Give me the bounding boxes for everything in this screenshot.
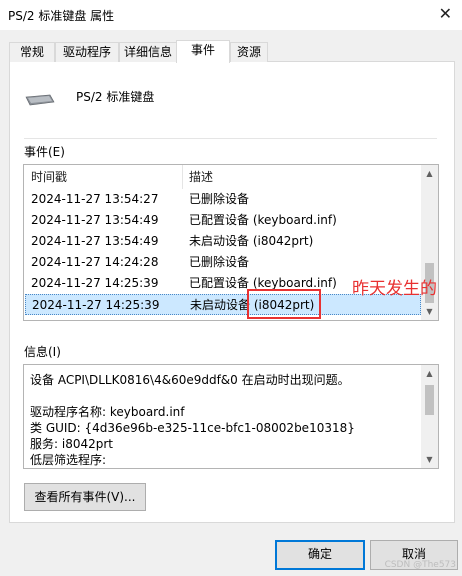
event-time: 2024-11-27 13:54:49 xyxy=(31,213,159,227)
scroll-down-icon[interactable]: ▼ xyxy=(421,303,438,320)
info-textbox[interactable]: 设备 ACPI\DLLK0816\4&60e9ddf&0 在启动时出现问题。 驱… xyxy=(23,364,439,469)
info-scrollbar[interactable]: ▲ ▼ xyxy=(421,365,438,468)
tab-details[interactable]: 详细信息 xyxy=(119,42,177,62)
event-row[interactable]: 2024-11-27 14:24:28 已删除设备 xyxy=(25,252,421,273)
title-bar: PS/2 标准键盘 属性 ✕ xyxy=(0,0,462,30)
window-title: PS/2 标准键盘 属性 xyxy=(8,9,115,23)
scrollbar-thumb[interactable] xyxy=(425,385,434,415)
event-desc: 未启动设备 (i8042prt) xyxy=(189,234,314,248)
event-row[interactable]: 2024-11-27 13:54:27 已删除设备 xyxy=(25,189,421,210)
event-row[interactable]: 2024-11-27 13:54:49 已配置设备 (keyboard.inf) xyxy=(25,210,421,231)
annotation-highlight-box xyxy=(247,289,321,319)
keyboard-icon xyxy=(25,94,55,106)
device-name: PS/2 标准键盘 xyxy=(76,90,155,104)
tab-resources[interactable]: 资源 xyxy=(230,42,268,62)
event-time: 2024-11-27 14:25:39 xyxy=(32,298,160,312)
info-label: 信息(I) xyxy=(24,345,61,359)
close-icon[interactable]: ✕ xyxy=(439,4,452,23)
tab-general[interactable]: 常规 xyxy=(9,42,55,62)
info-line: 设备 ACPI\DLLK0816\4&60e9ddf&0 在启动时出现问题。 xyxy=(30,373,350,387)
watermark: CSDN @The573 xyxy=(384,560,456,570)
event-desc: 已删除设备 xyxy=(189,255,250,269)
column-header-time[interactable]: 时间戳 xyxy=(31,165,67,189)
scroll-down-icon[interactable]: ▼ xyxy=(421,451,438,468)
event-desc: 已配置设备 (keyboard.inf) xyxy=(189,213,337,227)
info-line: 驱动程序名称: keyboard.inf xyxy=(30,405,185,419)
event-row[interactable]: 2024-11-27 13:54:49 未启动设备 (i8042prt) xyxy=(25,231,421,252)
view-all-events-button[interactable]: 查看所有事件(V)... xyxy=(24,483,146,511)
scroll-up-icon[interactable]: ▲ xyxy=(421,165,438,182)
info-line: 低层筛选程序: xyxy=(30,453,107,467)
scroll-up-icon[interactable]: ▲ xyxy=(421,365,438,382)
column-divider xyxy=(182,165,183,189)
event-time: 2024-11-27 14:24:28 xyxy=(31,255,159,269)
event-time: 2024-11-27 13:54:49 xyxy=(31,234,159,248)
event-time: 2024-11-27 13:54:27 xyxy=(31,192,159,206)
events-label: 事件(E) xyxy=(24,145,65,159)
tab-events[interactable]: 事件 xyxy=(176,40,230,63)
event-desc: 已删除设备 xyxy=(189,192,250,206)
event-time: 2024-11-27 14:25:39 xyxy=(31,276,159,290)
info-line: 类 GUID: {4d36e96b-e325-11ce-bfc1-08002be… xyxy=(30,421,355,435)
ok-button[interactable]: 确定 xyxy=(275,540,365,570)
divider xyxy=(24,138,437,139)
column-header-desc[interactable]: 描述 xyxy=(189,165,213,189)
tab-driver[interactable]: 驱动程序 xyxy=(55,42,119,62)
annotation-text: 昨天发生的 xyxy=(352,279,437,299)
info-line: 服务: i8042prt xyxy=(30,437,113,451)
